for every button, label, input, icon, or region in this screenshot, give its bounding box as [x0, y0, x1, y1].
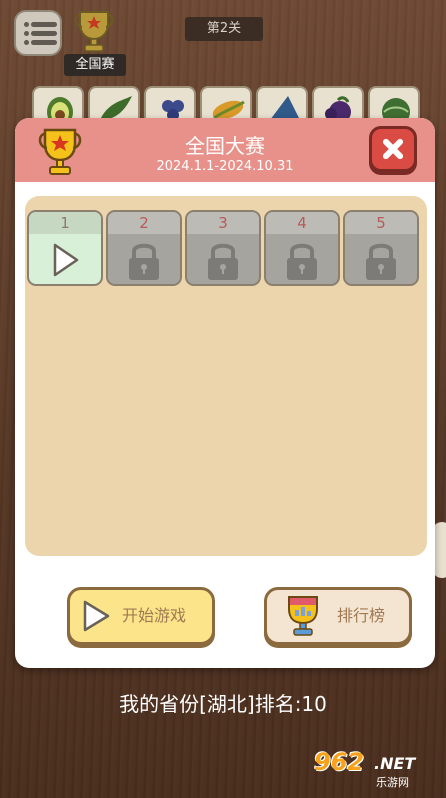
- lock-icon: [187, 234, 259, 284]
- start-game-label: 开始游戏: [122, 606, 187, 625]
- leaderboard-trophy-icon: [288, 596, 318, 636]
- watermark-logo: 962 .NET 乐游网: [306, 748, 440, 792]
- level-number: 4: [266, 212, 338, 234]
- level-card-2[interactable]: 2: [106, 210, 182, 286]
- level-card-4[interactable]: 4: [264, 210, 340, 286]
- play-icon: [83, 600, 110, 632]
- watermark-site: 乐游网: [376, 776, 409, 789]
- list-dot: [24, 22, 29, 27]
- level-number: 2: [108, 212, 180, 234]
- list-dot: [24, 31, 29, 36]
- lock-icon: [108, 234, 180, 284]
- close-button[interactable]: [369, 126, 417, 172]
- level-number: 1: [29, 212, 101, 234]
- level-panel: 1 2 3 4 5: [25, 196, 427, 556]
- watermark-suffix: .NET: [374, 754, 416, 773]
- lock-icon: [345, 234, 417, 284]
- list-dot: [24, 40, 29, 45]
- watermark-brand: 962: [314, 748, 365, 776]
- level-card-1[interactable]: 1: [27, 210, 103, 286]
- play-icon: [29, 234, 101, 284]
- level-card-3[interactable]: 3: [185, 210, 261, 286]
- level-number: 5: [345, 212, 417, 234]
- national-contest-label[interactable]: 全国赛: [64, 54, 126, 76]
- leaderboard-button[interactable]: 排行榜: [264, 587, 412, 645]
- lock-icon: [266, 234, 338, 284]
- national-contest-dialog: 全国大赛 2024.1.1-2024.10.31 1 2 3 4 5 开始游戏 …: [15, 118, 435, 668]
- current-level-label: 第2关: [185, 17, 263, 41]
- leaderboard-label: 排行榜: [337, 606, 386, 625]
- province-rank-text: 我的省份[湖北]排名:10: [119, 692, 327, 716]
- list-line: [31, 31, 57, 36]
- list-line: [31, 22, 57, 27]
- menu-button[interactable]: [14, 10, 62, 56]
- dialog-header: 全国大赛 2024.1.1-2024.10.31: [15, 118, 435, 182]
- level-card-5[interactable]: 5: [343, 210, 419, 286]
- start-game-button[interactable]: 开始游戏: [67, 587, 215, 645]
- national-contest-trophy-icon[interactable]: [74, 6, 114, 54]
- list-line: [31, 40, 57, 45]
- level-number: 3: [187, 212, 259, 234]
